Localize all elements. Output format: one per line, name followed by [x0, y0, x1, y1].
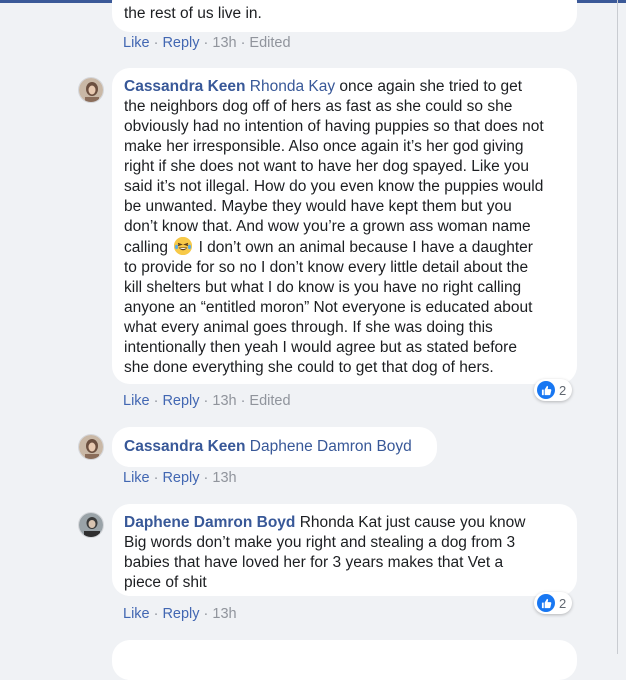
reply-link[interactable]: Reply [162, 393, 199, 409]
avatar[interactable] [78, 77, 104, 103]
reaction-number: 2 [559, 382, 567, 398]
reply-link[interactable]: Reply [162, 606, 199, 622]
edited-label[interactable]: Edited [249, 393, 290, 409]
comment-bubble: Cassandra Keen Rhonda Kay once again she… [112, 68, 577, 384]
reaction-number: 2 [559, 595, 567, 611]
like-reaction-icon [537, 381, 555, 399]
scroll-divider [617, 0, 618, 654]
avatar[interactable] [78, 512, 104, 538]
mention-tag[interactable]: Daphene Damron Boyd [250, 438, 412, 455]
timestamp[interactable]: 13h [212, 393, 236, 409]
comment-actions: Like · Reply · 13h [123, 606, 237, 622]
like-link[interactable]: Like [123, 35, 150, 51]
comment-bubble: Daphene Damron Boyd Rhonda Kat just caus… [112, 504, 577, 596]
comment-bubble: the rest of us live in. [112, 0, 577, 32]
reply-link[interactable]: Reply [162, 35, 199, 51]
like-reaction-icon [537, 594, 555, 612]
reaction-count[interactable]: 2 [534, 379, 573, 401]
timestamp[interactable]: 13h [212, 35, 236, 51]
comment-actions: Like · Reply · 13h · Edited [123, 393, 291, 409]
comment-author[interactable]: Cassandra Keen [124, 78, 245, 95]
comment-text: the rest of us live in. [124, 5, 262, 22]
comment-author[interactable]: Cassandra Keen [124, 438, 245, 455]
mention-tag[interactable]: Rhonda Kay [250, 78, 335, 95]
comment-bubble: Cassandra Keen Daphene Damron Boyd [112, 427, 437, 467]
timestamp[interactable]: 13h [212, 606, 236, 622]
edited-label[interactable]: Edited [249, 35, 290, 51]
timestamp[interactable]: 13h [212, 470, 236, 486]
laughing-emoji-icon [174, 237, 193, 255]
comment-bubble [112, 640, 577, 680]
avatar[interactable] [78, 434, 104, 460]
comment-actions: Like · Reply · 13h · Edited [123, 35, 291, 51]
comment-author[interactable]: Daphene Damron Boyd [124, 514, 295, 531]
like-link[interactable]: Like [123, 393, 150, 409]
like-link[interactable]: Like [123, 470, 150, 486]
like-link[interactable]: Like [123, 606, 150, 622]
reaction-count[interactable]: 2 [534, 592, 573, 614]
reply-link[interactable]: Reply [162, 470, 199, 486]
comment-actions: Like · Reply · 13h [123, 470, 237, 486]
